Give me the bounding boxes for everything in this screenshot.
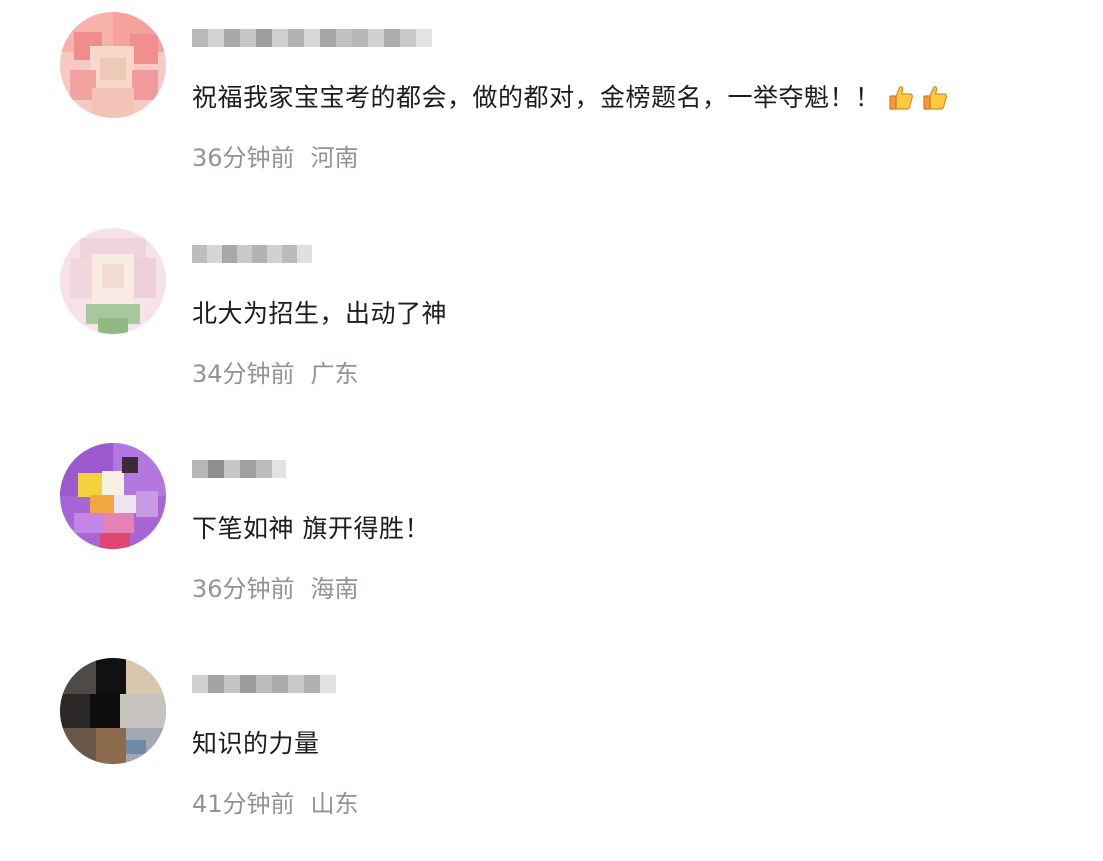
comment-text: 下笔如神 旗开得胜！ bbox=[192, 514, 430, 543]
username-blurred[interactable] bbox=[192, 672, 336, 696]
comment-location: 河南 bbox=[310, 144, 359, 172]
comment-time: 34分钟前 bbox=[192, 360, 295, 388]
comment-time: 36分钟前 bbox=[192, 144, 295, 172]
avatar[interactable] bbox=[60, 443, 166, 549]
comment-meta: 34分钟前 广东 bbox=[192, 356, 359, 392]
comment-time: 36分钟前 bbox=[192, 575, 295, 603]
comment-location: 广东 bbox=[310, 360, 359, 388]
comment-meta: 41分钟前 山东 bbox=[192, 786, 359, 822]
comment-item: 北大为招生，出动了神 34分钟前 广东 bbox=[0, 216, 1103, 431]
comment-meta: 36分钟前 河南 bbox=[192, 140, 359, 176]
avatar[interactable] bbox=[60, 658, 166, 764]
username-blurred[interactable] bbox=[192, 26, 432, 50]
comment-item: 下笔如神 旗开得胜！ 36分钟前 海南 bbox=[0, 431, 1103, 646]
comment-text: 北大为招生，出动了神 bbox=[192, 299, 448, 328]
comment-location: 海南 bbox=[310, 575, 359, 603]
comment-time: 41分钟前 bbox=[192, 790, 295, 818]
avatar[interactable] bbox=[60, 228, 166, 334]
avatar[interactable] bbox=[60, 12, 166, 118]
comment-item: 祝福我家宝宝考的都会，做的都对，金榜题名，一举夺魁！！ 36分钟前 河南 bbox=[0, 0, 1103, 215]
username-blurred[interactable] bbox=[192, 457, 286, 481]
comment-item: 知识的力量 41分钟前 山东 bbox=[0, 646, 1103, 861]
comment-location: 山东 bbox=[310, 790, 359, 818]
comment-meta: 36分钟前 海南 bbox=[192, 571, 359, 607]
comment-text: 知识的力量 bbox=[192, 729, 320, 758]
thumbs-up-icon bbox=[887, 84, 915, 124]
comment-text: 祝福我家宝宝考的都会，做的都对，金榜题名，一举夺魁！！ bbox=[192, 78, 949, 124]
thumbs-up-icon bbox=[921, 84, 949, 124]
username-blurred[interactable] bbox=[192, 242, 312, 266]
